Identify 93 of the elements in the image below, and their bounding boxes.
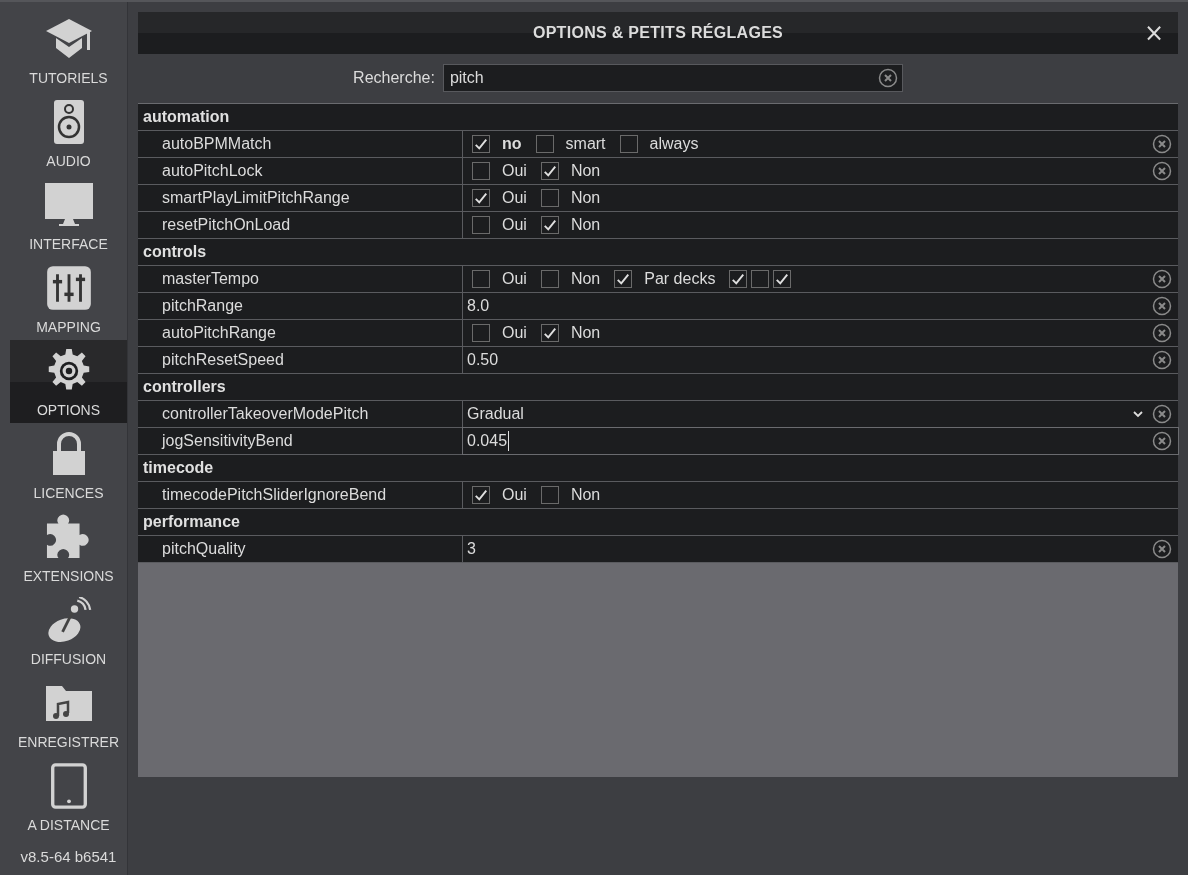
dialog-title: OPTIONS & PETITS RÉGLAGES — [532, 24, 784, 42]
dropdown[interactable]: Gradual — [467, 401, 1152, 427]
setting-name: pitchQuality — [138, 536, 463, 562]
search-label: Recherche: — [353, 69, 435, 87]
option-label: Non — [570, 162, 601, 180]
option-label: Non — [570, 216, 601, 234]
checkbox[interactable] — [472, 324, 490, 342]
checkmark-icon — [473, 488, 489, 502]
checkbox[interactable] — [472, 216, 490, 234]
checkbox[interactable] — [472, 270, 490, 288]
setting-name: masterTempo — [138, 266, 463, 292]
option-label: Non — [570, 270, 601, 288]
setting-name: controllerTakeoverModePitch — [138, 401, 463, 427]
option-label: Non — [570, 189, 601, 207]
option-label: Oui — [502, 162, 527, 180]
option-label: Oui — [502, 486, 527, 504]
checkbox[interactable] — [535, 135, 554, 153]
close-button[interactable]: × — [1139, 20, 1168, 46]
nav-item[interactable]: LICENCES — [10, 423, 127, 506]
clear-icon[interactable] — [1152, 431, 1172, 451]
option-label: always — [649, 135, 699, 153]
section-header: automation — [138, 104, 1178, 131]
nav-item[interactable]: AUDIO — [10, 91, 127, 174]
section-header: performance — [138, 509, 1178, 536]
setting-name: pitchResetSpeed — [138, 347, 463, 373]
nav-item[interactable]: OPTIONS — [10, 340, 127, 423]
setting-name: timecodePitchSliderIgnoreBend — [138, 482, 463, 508]
clear-icon[interactable] — [1152, 161, 1172, 181]
clear-icon[interactable] — [1152, 539, 1172, 559]
checkbox[interactable] — [540, 270, 559, 288]
clear-icon[interactable] — [1152, 269, 1172, 289]
option-label: no — [502, 135, 522, 153]
checkmark-icon — [541, 326, 558, 340]
checkmark-icon — [541, 164, 558, 178]
option-label: Par decks — [644, 270, 716, 288]
checkbox[interactable] — [540, 162, 559, 180]
value-field[interactable]: 8.0 — [467, 293, 1152, 319]
monitor-icon — [43, 182, 94, 228]
option-label: Oui — [502, 324, 527, 342]
nav-item[interactable]: INTERFACE — [10, 174, 127, 257]
value-field[interactable]: 0.50 — [467, 347, 1152, 373]
option-label: Oui — [502, 189, 527, 207]
setting-name: jogSensitivityBend — [138, 428, 463, 454]
section-header: controllers — [138, 374, 1178, 401]
nav-item[interactable]: MAPPING — [10, 257, 127, 340]
checkbox[interactable] — [773, 270, 792, 288]
option-label: Non — [570, 486, 601, 504]
checkmark-icon — [541, 218, 558, 232]
checkmark-icon — [730, 272, 747, 286]
checkbox[interactable] — [751, 270, 770, 288]
checkbox[interactable] — [540, 486, 559, 504]
checkmark-icon — [774, 272, 791, 286]
option-label: Non — [570, 324, 601, 342]
nav-item[interactable]: A DISTANCE — [10, 755, 127, 838]
clear-icon[interactable] — [1152, 134, 1172, 154]
checkmark-icon — [473, 137, 489, 151]
nav-item[interactable]: ENREGISTRER — [10, 672, 127, 755]
checkbox[interactable] — [472, 135, 490, 153]
clear-icon[interactable] — [1152, 323, 1172, 343]
setting-name: smartPlayLimitPitchRange — [138, 185, 463, 211]
checkbox[interactable] — [729, 270, 748, 288]
setting-name: autoPitchRange — [138, 320, 463, 346]
section-header: timecode — [138, 455, 1178, 482]
option-label: smart — [565, 135, 606, 153]
checkmark-icon — [473, 191, 489, 205]
clear-icon[interactable] — [1152, 404, 1172, 424]
nav-item[interactable]: EXTENSIONS — [10, 506, 127, 589]
setting-name: autoPitchLock — [138, 158, 463, 184]
version-label: v8.5-64 b6541 — [19, 848, 118, 865]
value-field[interactable]: 0.045 — [467, 428, 1152, 454]
checkbox[interactable] — [472, 486, 490, 504]
checkmark-icon — [615, 272, 632, 286]
section-header: controls — [138, 239, 1178, 266]
setting-name: resetPitchOnLoad — [138, 212, 463, 238]
option-label: Oui — [502, 216, 527, 234]
value-field[interactable]: 3 — [467, 536, 1152, 562]
nav-item[interactable]: TUTORIELS — [10, 8, 127, 91]
search-field[interactable]: pitch — [442, 64, 903, 92]
clear-icon[interactable] — [877, 68, 898, 88]
clear-icon[interactable] — [1152, 296, 1172, 316]
checkbox[interactable] — [540, 189, 559, 207]
checkbox[interactable] — [472, 189, 490, 207]
clear-icon[interactable] — [1152, 350, 1172, 370]
checkbox[interactable] — [619, 135, 638, 153]
checkbox[interactable] — [472, 162, 490, 180]
nav-item[interactable]: DIFFUSION — [10, 589, 127, 672]
setting-name: pitchRange — [138, 293, 463, 319]
chevron-down-icon — [1132, 409, 1144, 419]
checkbox[interactable] — [540, 324, 559, 342]
setting-name: autoBPMMatch — [138, 131, 463, 157]
checkbox[interactable] — [614, 270, 633, 288]
option-label: Oui — [502, 270, 527, 288]
checkbox[interactable] — [540, 216, 559, 234]
